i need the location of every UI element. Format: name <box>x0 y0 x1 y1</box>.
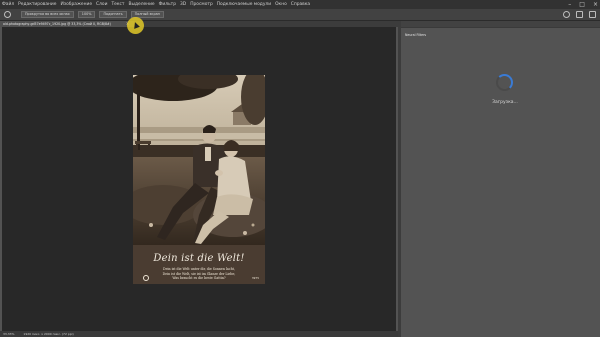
zoom-100-button[interactable]: 100% <box>77 11 96 18</box>
panel-tab-bar: Neural Filters <box>401 21 600 39</box>
scroll-all-windows-checkbox[interactable]: Прокрутка во всех окнах <box>21 11 74 18</box>
caption-line: Was braucht es die beste Gattin? <box>172 276 226 281</box>
loading-spinner-icon <box>496 74 513 91</box>
photoshop-window: Файл Редактирование Изображение Слои Тек… <box>0 0 600 337</box>
menu-layers[interactable]: Слои <box>96 0 107 9</box>
status-doc-info: 1920 пикс. х 2000 пикс. (72 ppi) <box>23 332 74 336</box>
window-controls: – □ × <box>568 0 598 9</box>
loading-text: Загрузка... <box>492 100 518 105</box>
menu-image[interactable]: Изображение <box>60 0 92 9</box>
minimize-icon[interactable]: – <box>568 0 571 9</box>
cursor-highlight-icon <box>127 17 144 34</box>
publisher-mark-icon <box>143 275 149 281</box>
menu-select[interactable]: Выделение <box>128 0 154 9</box>
search-icon[interactable] <box>563 11 570 18</box>
menu-type[interactable]: Текст <box>111 0 124 9</box>
menu-file[interactable]: Файл <box>2 0 14 9</box>
postcard-title: Dein ist die Welt! <box>153 253 245 264</box>
tab-neural-filters[interactable]: Neural Filters <box>401 32 431 39</box>
menu-bar: Файл Редактирование Изображение Слои Тек… <box>0 0 600 9</box>
menu-edit[interactable]: Редактирование <box>18 0 56 9</box>
menu-filter[interactable]: Фильтр <box>159 0 176 9</box>
workspace-icon[interactable] <box>576 11 583 18</box>
share-icon[interactable] <box>589 11 596 18</box>
menu-plugins[interactable]: Подключаемые модули <box>217 0 271 9</box>
options-bar: Прокрутка во всех окнах 100% Подогнать П… <box>0 9 600 21</box>
zoom-tool-icon[interactable] <box>4 11 11 18</box>
menu-view[interactable]: Просмотр <box>190 0 213 9</box>
menu-3d[interactable]: 3D <box>180 0 186 9</box>
postcard-caption: Dein ist die Welt unter dir, die Sonnen … <box>147 267 251 281</box>
neural-filters-panel: Neural Filters Загрузка... <box>401 21 600 337</box>
close-icon[interactable]: × <box>593 0 598 9</box>
postcard-serial: 3975 <box>251 276 259 280</box>
fit-screen-button[interactable]: Подогнать <box>99 11 127 18</box>
maximize-icon[interactable]: □ <box>579 0 585 9</box>
menu-window[interactable]: Окно <box>275 0 287 9</box>
vintage-postcard-image[interactable]: Dein ist die Welt! Dein ist die Welt unt… <box>133 75 265 284</box>
status-zoom[interactable]: 33,33% <box>3 332 14 336</box>
options-right-icons <box>563 11 596 18</box>
menu-help[interactable]: Справка <box>291 0 310 9</box>
status-bar: 33,33% 1920 пикс. х 2000 пикс. (72 ppi) <box>0 331 398 337</box>
